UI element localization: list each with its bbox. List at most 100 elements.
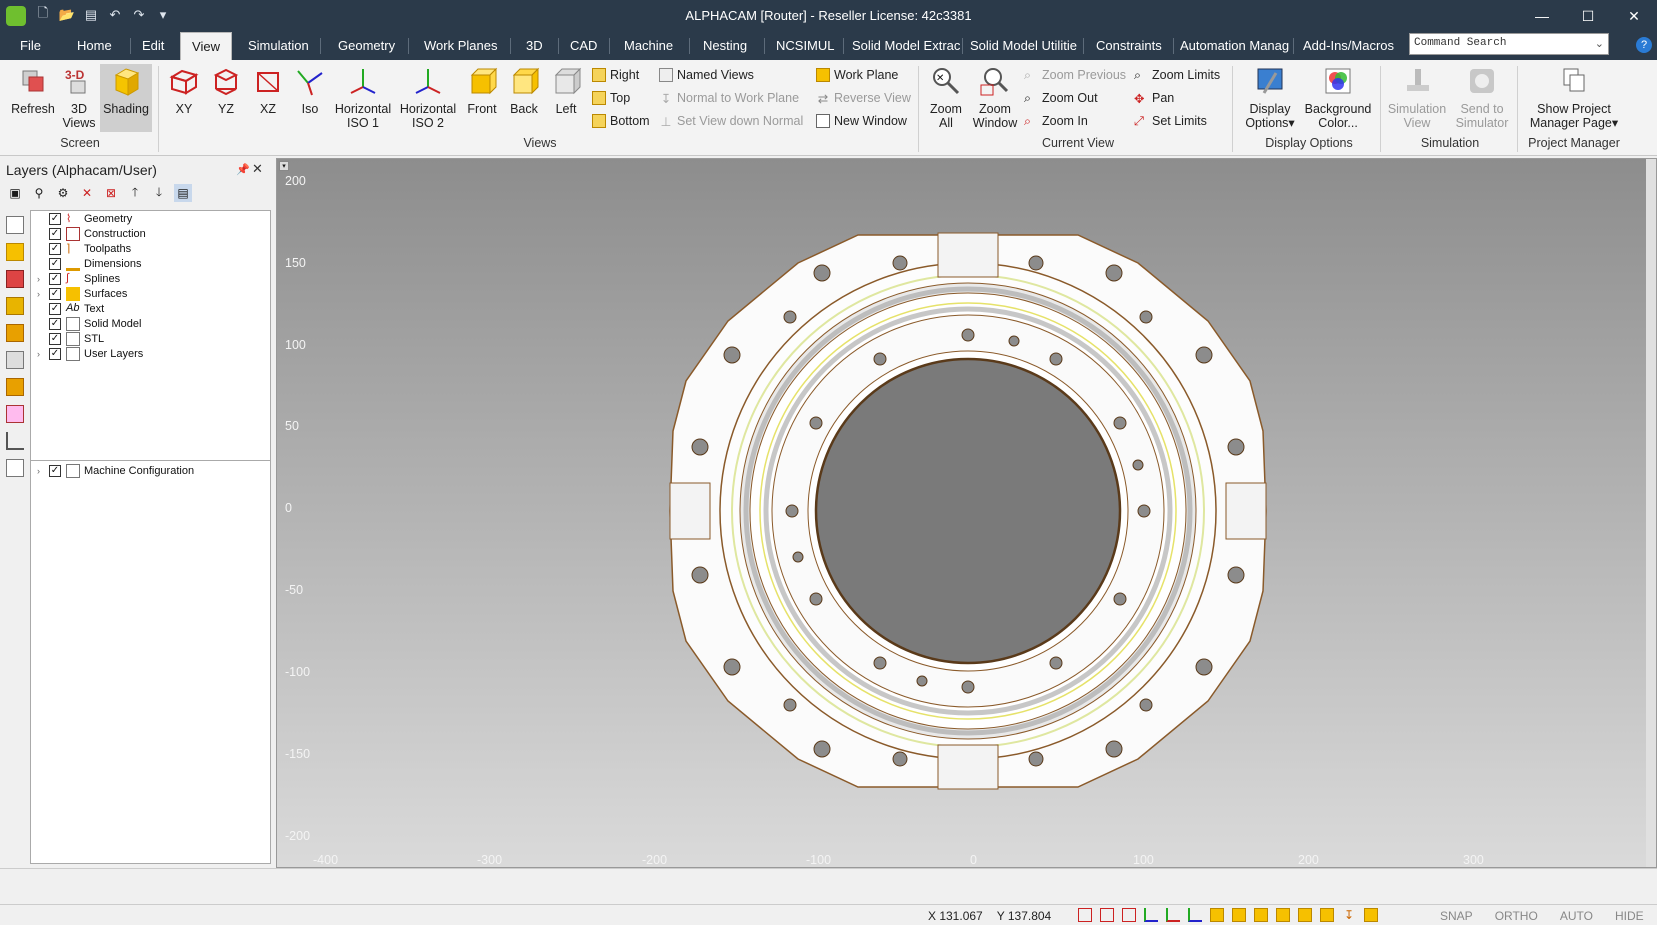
expand-icon[interactable]: › bbox=[37, 274, 49, 284]
tab-view[interactable]: View bbox=[180, 32, 232, 60]
document-tab-icon[interactable] bbox=[6, 459, 24, 477]
tree-item[interactable]: ✓ ⌇ Geometry bbox=[37, 211, 132, 227]
tab-file[interactable]: File bbox=[14, 32, 47, 60]
layer-checkbox[interactable]: ✓ bbox=[49, 348, 61, 360]
view-iso-button[interactable]: Iso bbox=[290, 64, 330, 116]
view-horizontal-iso-2-button[interactable]: Horizontal ISO 2 bbox=[396, 64, 460, 130]
tree-item[interactable]: ✓ Dimensions bbox=[37, 256, 141, 272]
left-cube-icon[interactable] bbox=[1254, 908, 1268, 922]
tree-item[interactable]: › ✓ Surfaces bbox=[37, 286, 127, 302]
tab-automation-manager[interactable]: Automation Manag bbox=[1174, 32, 1295, 60]
reverse-view-button[interactable]: ⇄ Reverse View bbox=[816, 91, 911, 106]
expand-icon[interactable]: › bbox=[37, 349, 49, 359]
layer-checkbox[interactable]: ✓ bbox=[49, 333, 61, 345]
close-button[interactable]: ✕ bbox=[1611, 0, 1657, 32]
view-bottom-button[interactable]: Bottom bbox=[592, 114, 650, 128]
zoom-window-button[interactable]: Zoom Window bbox=[970, 64, 1020, 130]
axis-tab-icon[interactable] bbox=[6, 432, 24, 450]
drawing-viewport[interactable]: ▾ 200 150 100 50 0 -50 -100 -150 -200 -4… bbox=[276, 158, 1657, 868]
sheets-tab-icon[interactable] bbox=[6, 351, 24, 369]
tab-add-ins-macros[interactable]: Add-Ins/Macros bbox=[1297, 32, 1400, 60]
tree-item[interactable]: › ✓ Machine Configuration bbox=[37, 463, 194, 479]
work-plane-button[interactable]: Work Plane bbox=[816, 68, 898, 82]
layer-checkbox[interactable]: ✓ bbox=[49, 318, 61, 330]
zoom-limits-button[interactable]: ⌕ Zoom Limits bbox=[1134, 68, 1220, 82]
viewport-scrollbar[interactable] bbox=[1646, 159, 1656, 867]
xz-plane-icon[interactable] bbox=[1122, 908, 1136, 922]
pattern-tab-icon[interactable] bbox=[6, 405, 24, 423]
command-search-input[interactable]: Command Search ⌄ bbox=[1409, 33, 1609, 55]
tab-home[interactable]: Home bbox=[71, 32, 118, 60]
view-horizontal-iso-1-button[interactable]: Horizontal ISO 1 bbox=[332, 64, 394, 130]
move-up-icon[interactable]: 🡑 bbox=[126, 184, 144, 202]
layer-checkbox[interactable]: ✓ bbox=[49, 465, 61, 477]
zoom-out-button[interactable]: ⌕ Zoom Out bbox=[1024, 91, 1098, 105]
display-options-button[interactable]: Display Options▾ bbox=[1238, 64, 1302, 130]
named-views-button[interactable]: Named Views bbox=[659, 68, 754, 82]
tree-item[interactable]: ✓ ⌉ Toolpaths bbox=[37, 241, 131, 257]
machining-tab-icon[interactable] bbox=[6, 378, 24, 396]
close-icon[interactable]: ✕ bbox=[252, 161, 263, 177]
ring-part-model[interactable] bbox=[277, 159, 1648, 867]
simulation-view-button[interactable]: Simulation View bbox=[1384, 64, 1450, 130]
layers-tab-icon[interactable] bbox=[6, 216, 24, 234]
tab-constraints[interactable]: Constraints bbox=[1090, 32, 1168, 60]
ortho-toggle[interactable]: ORTHO bbox=[1495, 909, 1538, 923]
layer-checkbox[interactable]: ✓ bbox=[49, 273, 61, 285]
bottom-cube-icon[interactable] bbox=[1320, 908, 1334, 922]
tree-item[interactable]: › ✓ User Layers bbox=[37, 346, 143, 362]
hide-toggle[interactable]: HIDE bbox=[1615, 909, 1644, 923]
layer-checkbox[interactable]: ✓ bbox=[49, 303, 61, 315]
delete-layer-icon[interactable]: ✕ bbox=[78, 184, 96, 202]
expand-icon[interactable]: › bbox=[37, 289, 49, 299]
tree-item[interactable]: ✓ Solid Model bbox=[37, 316, 141, 332]
tab-machine[interactable]: Machine bbox=[618, 32, 679, 60]
zoom-previous-button[interactable]: ⌕ Zoom Previous bbox=[1024, 68, 1126, 82]
tab-simulation[interactable]: Simulation bbox=[242, 32, 315, 60]
snap-toggle[interactable]: SNAP bbox=[1440, 909, 1473, 923]
minimize-button[interactable]: — bbox=[1519, 0, 1565, 32]
front-cube-icon[interactable] bbox=[1210, 908, 1224, 922]
nesting-tab-icon[interactable] bbox=[6, 324, 24, 342]
expand-icon[interactable]: › bbox=[37, 466, 49, 476]
view-top-button[interactable]: Top bbox=[592, 91, 630, 105]
tree-item[interactable]: › ✓ ∫ Splines bbox=[37, 271, 120, 287]
send-to-simulator-button[interactable]: Send to Simulator bbox=[1452, 64, 1512, 130]
layer-checkbox[interactable]: ✓ bbox=[49, 288, 61, 300]
zoom-in-button[interactable]: ⌕ Zoom In bbox=[1024, 114, 1088, 128]
tools-tab-icon[interactable] bbox=[6, 270, 24, 288]
maximize-button[interactable]: ☐ bbox=[1565, 0, 1611, 32]
view-left-button[interactable]: Left bbox=[546, 64, 586, 116]
tab-solid-model-extract[interactable]: Solid Model Extrac bbox=[846, 32, 966, 60]
normal-arrow-icon[interactable]: ↧ bbox=[1342, 908, 1356, 922]
view-yz-button[interactable]: YZ bbox=[206, 64, 246, 116]
tree-item[interactable]: ✓ STL bbox=[37, 331, 104, 347]
view-back-button[interactable]: Back bbox=[504, 64, 544, 116]
top-cube-icon[interactable] bbox=[1298, 908, 1312, 922]
zoom-all-button[interactable]: ✕ Zoom All bbox=[924, 64, 968, 130]
back-cube-icon[interactable] bbox=[1232, 908, 1246, 922]
tab-edit[interactable]: Edit bbox=[136, 32, 170, 60]
set-view-down-normal-button[interactable]: ⊥ Set View down Normal bbox=[659, 114, 804, 129]
view-xz-button[interactable]: XZ bbox=[248, 64, 288, 116]
new-layer-icon[interactable]: ▣ bbox=[6, 184, 24, 202]
tab-geometry[interactable]: Geometry bbox=[332, 32, 401, 60]
background-color-button[interactable]: Background Color... bbox=[1302, 64, 1374, 130]
horizontal-iso-1-icon[interactable] bbox=[1166, 908, 1180, 922]
auto-toggle[interactable]: AUTO bbox=[1560, 909, 1593, 923]
tree-item[interactable]: ✓ Ab Text bbox=[37, 301, 104, 317]
tab-work-planes[interactable]: Work Planes bbox=[418, 32, 503, 60]
layer-checkbox[interactable]: ✓ bbox=[49, 258, 61, 270]
new-window-button[interactable]: New Window bbox=[816, 114, 907, 128]
find-layer-icon[interactable]: ⚲ bbox=[30, 184, 48, 202]
tree-item[interactable]: ✓ Construction bbox=[37, 226, 146, 242]
view-xy-button[interactable]: XY bbox=[164, 64, 204, 116]
tab-3d[interactable]: 3D bbox=[520, 32, 549, 60]
delete-all-icon[interactable]: ⊠ bbox=[102, 184, 120, 202]
layer-properties-icon[interactable]: ⚙ bbox=[54, 184, 72, 202]
tab-ncsimul[interactable]: NCSIMUL bbox=[770, 32, 841, 60]
tab-solid-model-utilities[interactable]: Solid Model Utilitie bbox=[964, 32, 1083, 60]
tab-cad[interactable]: CAD bbox=[564, 32, 603, 60]
normal-to-work-plane-button[interactable]: ↧ Normal to Work Plane bbox=[659, 91, 799, 106]
help-icon[interactable]: ? bbox=[1636, 37, 1652, 53]
